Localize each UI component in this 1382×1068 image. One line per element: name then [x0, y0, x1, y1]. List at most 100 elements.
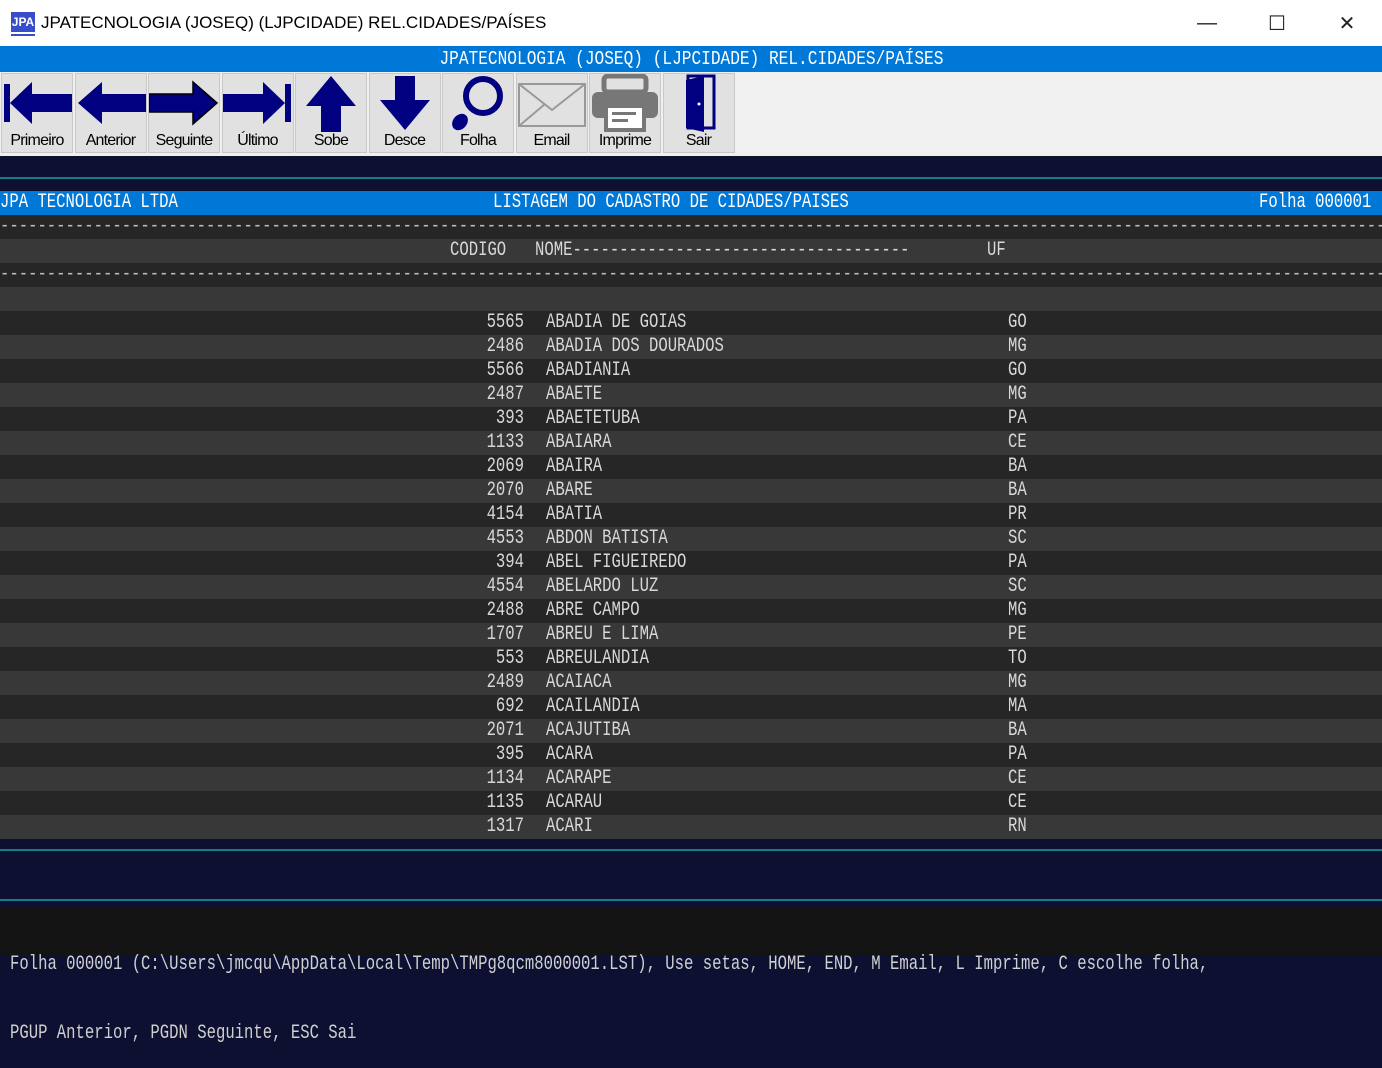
- city-uf: MG: [1008, 335, 1027, 358]
- divider: [0, 899, 1382, 901]
- status-bar: Folha 000001 (C:\Users\jmcqu\AppData\Loc…: [0, 907, 1382, 1045]
- table-row: 2488 ABRE CAMPO MG: [0, 599, 1382, 623]
- toolbar-button-desce[interactable]: Desce: [368, 73, 441, 153]
- toolbar-button-primeiro[interactable]: Primeiro: [1, 73, 73, 153]
- city-uf: BA: [1008, 479, 1027, 502]
- table-row: 393 ABAETETUBA PA: [0, 407, 1382, 431]
- minimize-button[interactable]: —: [1172, 0, 1242, 46]
- app-logo-icon: JPA: [11, 12, 35, 34]
- city-code: 4154: [486, 503, 524, 526]
- col-uf: UF: [987, 239, 1006, 262]
- report-title: LISTAGEM DO CADASTRO DE CIDADES/PAISES: [493, 191, 849, 214]
- city-name: ABARE: [546, 479, 593, 502]
- toolbar-button-imprime[interactable]: Imprime: [589, 73, 661, 153]
- city-uf: MG: [1008, 671, 1027, 694]
- city-code: 1707: [486, 623, 524, 646]
- city-uf: PE: [1008, 623, 1027, 646]
- toolbar-label: Anterior: [85, 132, 136, 149]
- table-row: 5566 ABADIANIA GO: [0, 359, 1382, 383]
- city-uf: PA: [1008, 551, 1027, 574]
- toolbar-button-ultimo[interactable]: Último: [221, 73, 294, 153]
- app-title-bar: JPATECNOLOGIA (JOSEQ) (LJPCIDADE) REL.CI…: [0, 46, 1382, 72]
- toolbar-button-email[interactable]: Email: [515, 73, 588, 153]
- city-name: ABADIA DOS DOURADOS: [546, 335, 724, 358]
- table-row: 4554 ABELARDO LUZ SC: [0, 575, 1382, 599]
- company-name: JPA TECNOLOGIA LTDA: [0, 191, 178, 214]
- arrow-right-icon: [149, 80, 219, 126]
- dash-text: ----------------------------------------…: [0, 263, 1382, 286]
- table-row: 5565 ABADIA DE GOIAS GO: [0, 311, 1382, 335]
- toolbar-label: Primeiro: [10, 132, 64, 149]
- city-name: ACAIACA: [546, 671, 612, 694]
- toolbar-button-folha[interactable]: Folha: [442, 73, 514, 153]
- city-name: ABAIRA: [546, 455, 603, 478]
- table-row: 2070 ABARE BA: [0, 479, 1382, 503]
- city-code: 1317: [486, 815, 524, 838]
- city-uf: RN: [1008, 815, 1027, 838]
- city-uf: SC: [1008, 527, 1027, 550]
- city-name: ACARA: [546, 743, 593, 766]
- toolbar-button-anterior[interactable]: Anterior: [74, 73, 147, 153]
- envelope-icon: [517, 83, 586, 127]
- city-name: ACARI: [546, 815, 593, 838]
- city-uf: PA: [1008, 743, 1027, 766]
- city-code: 2489: [486, 671, 524, 694]
- city-code: 1133: [486, 431, 524, 454]
- city-name: ABADIA DE GOIAS: [546, 311, 687, 334]
- city-name: ABAIARA: [546, 431, 612, 454]
- city-code: 4554: [486, 575, 524, 598]
- table-row: 2069 ABAIRA BA: [0, 455, 1382, 479]
- app-title: JPATECNOLOGIA (JOSEQ) (LJPCIDADE) REL.CI…: [439, 48, 943, 70]
- city-uf: CE: [1008, 431, 1027, 454]
- city-name: ACARAPE: [546, 767, 612, 790]
- table-row: 395 ACARA PA: [0, 743, 1382, 767]
- city-code: 2487: [486, 383, 524, 406]
- toolbar-label: Seguinte: [155, 132, 214, 149]
- city-code: 692: [495, 695, 524, 718]
- table-row: 1707 ABREU E LIMA PE: [0, 623, 1382, 647]
- toolbar-label: Último: [237, 132, 278, 149]
- toolbar: Primeiro Anterior Seguinte Último Sobe Desce F…: [0, 72, 1382, 156]
- table-row: 2486 ABADIA DOS DOURADOS MG: [0, 335, 1382, 359]
- report-header: JPA TECNOLOGIA LTDA LISTAGEM DO CADASTRO…: [0, 191, 1382, 215]
- divider: [0, 849, 1382, 851]
- city-code: 1135: [486, 791, 524, 814]
- toolbar-button-seguinte[interactable]: Seguinte: [148, 73, 220, 153]
- table-row: 1135 ACARAU CE: [0, 791, 1382, 815]
- last-icon: [222, 82, 291, 124]
- arrow-left-icon: [77, 82, 146, 124]
- status-line-2: PGUP Anterior, PGDN Seguinte, ESC Sai: [10, 1022, 357, 1045]
- toolbar-button-sair[interactable]: Sair: [662, 73, 735, 153]
- toolbar-label: Imprime: [598, 132, 652, 149]
- dash-line: ----------------------------------------…: [0, 215, 1382, 239]
- report-list[interactable]: ----------------------------------------…: [0, 215, 1382, 839]
- city-uf: CE: [1008, 767, 1027, 790]
- city-name: ABELARDO LUZ: [546, 575, 659, 598]
- table-row: 2071 ACAJUTIBA BA: [0, 719, 1382, 743]
- city-uf: PA: [1008, 407, 1027, 430]
- city-code: 394: [495, 551, 524, 574]
- city-name: ABAETETUBA: [546, 407, 640, 430]
- city-name: ABATIA: [546, 503, 603, 526]
- city-uf: MA: [1008, 695, 1027, 718]
- city-name: ACAJUTIBA: [546, 719, 631, 742]
- toolbar-button-sobe[interactable]: Sobe: [295, 73, 367, 153]
- city-uf: TO: [1008, 647, 1027, 670]
- page-number: Folha 000001: [1259, 191, 1372, 214]
- close-button[interactable]: ✕: [1312, 0, 1382, 46]
- table-row: 4154 ABATIA PR: [0, 503, 1382, 527]
- city-uf: BA: [1008, 455, 1027, 478]
- city-uf: GO: [1008, 359, 1027, 382]
- spacer: [0, 156, 1382, 191]
- city-uf: MG: [1008, 383, 1027, 406]
- maximize-button[interactable]: ☐: [1242, 0, 1312, 46]
- table-row: 1134 ACARAPE CE: [0, 767, 1382, 791]
- table-row: 4553 ABDON BATISTA SC: [0, 527, 1382, 551]
- table-row: 553 ABREULANDIA TO: [0, 647, 1382, 671]
- city-name: ACAILANDIA: [546, 695, 640, 718]
- city-name: ABREULANDIA: [546, 647, 649, 670]
- city-code: 2069: [486, 455, 524, 478]
- city-code: 2070: [486, 479, 524, 502]
- city-uf: MG: [1008, 599, 1027, 622]
- blank-line: [0, 287, 1382, 311]
